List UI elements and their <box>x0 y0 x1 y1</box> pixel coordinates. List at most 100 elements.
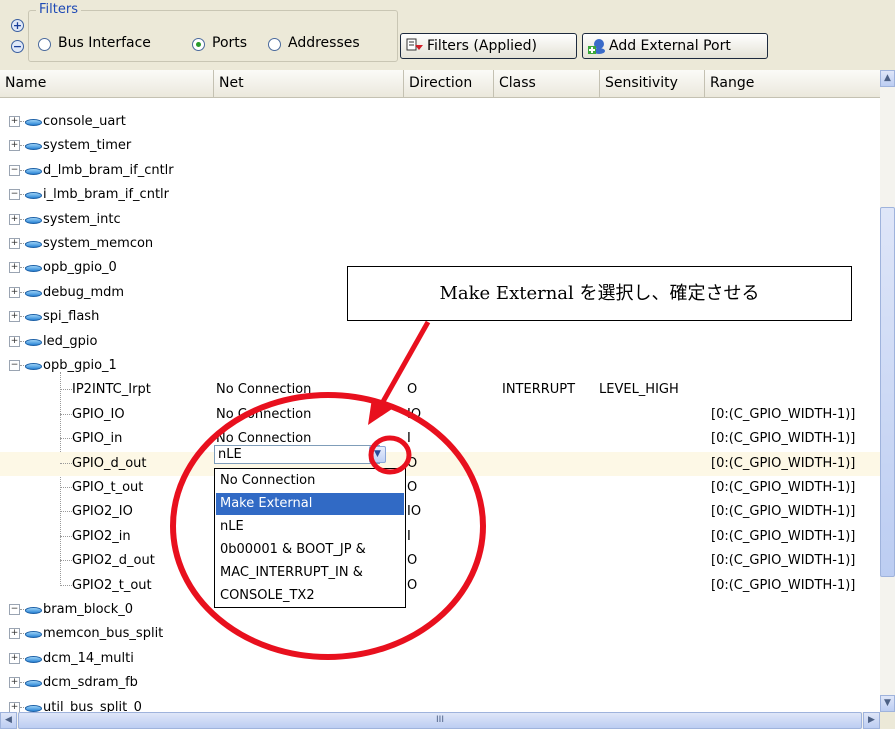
tree-row-port[interactable]: GPIO2_IO IO [0:(C_GPIO_WIDTH-1)] <box>0 500 880 524</box>
expand-icon[interactable]: + <box>9 335 20 347</box>
scroll-corner <box>880 712 895 729</box>
tree-row-instance[interactable]: − bram_block_0 <box>0 598 880 622</box>
expand-icon[interactable]: + <box>9 701 20 713</box>
tree-row-port[interactable]: IP2INTC_Irpt No Connection O INTERRUPT LEVEL… <box>0 378 880 402</box>
vertical-scroll-thumb[interactable] <box>880 207 895 577</box>
port-direction: I <box>407 431 411 447</box>
instance-name: opb_gpio_0 <box>43 260 117 276</box>
horizontal-scrollbar[interactable]: ◀ III ▶ <box>0 712 880 729</box>
radio-addresses[interactable] <box>268 38 281 51</box>
radio-bus-interface[interactable] <box>38 38 51 51</box>
tree-row-port[interactable]: GPIO_d_out O [0:(C_GPIO_WIDTH-1)] <box>0 451 880 476</box>
radio-bus-interface-label: Bus Interface <box>58 35 151 51</box>
expand-icon[interactable]: + <box>9 652 20 664</box>
collapse-icon[interactable]: − <box>9 189 20 201</box>
port-range: [0:(C_GPIO_WIDTH-1)] <box>711 431 856 447</box>
column-class[interactable]: Class <box>494 70 600 97</box>
tree-row-instance[interactable]: + dcm_14_multi <box>0 647 880 671</box>
column-name[interactable]: Name <box>0 70 214 97</box>
tree-row-instance[interactable]: + console_uart <box>0 110 880 134</box>
filters-applied-button[interactable]: Filters (Applied) <box>400 33 577 59</box>
expand-icon[interactable]: + <box>9 628 20 640</box>
port-range: [0:(C_GPIO_WIDTH-1)] <box>711 528 856 544</box>
collapse-icon[interactable]: − <box>9 164 20 176</box>
expand-icon[interactable]: + <box>9 116 20 127</box>
port-name: GPIO2_d_out <box>72 553 155 569</box>
collapse-icon[interactable]: − <box>9 604 20 615</box>
column-range[interactable]: Range <box>705 70 880 97</box>
column-direction[interactable]: Direction <box>404 70 494 97</box>
tree-row-port[interactable]: GPIO_t_out O [0:(C_GPIO_WIDTH-1)] <box>0 476 880 500</box>
tree-row-port[interactable]: GPIO2_d_out O [0:(C_GPIO_WIDTH-1)] <box>0 549 880 573</box>
instance-name: opb_gpio_1 <box>43 358 117 373</box>
expand-icon[interactable]: + <box>9 262 20 274</box>
tree-row-port[interactable]: GPIO2_t_out O [0:(C_GPIO_WIDTH-1)] <box>0 574 880 598</box>
dropdown-option[interactable]: No Connection <box>216 470 404 492</box>
scroll-up-button[interactable]: ▲ <box>880 70 895 87</box>
expand-icon[interactable]: + <box>9 311 20 323</box>
port-range: [0:(C_GPIO_WIDTH-1)] <box>711 577 856 593</box>
dropdown-option[interactable]: CONSOLE_TX2 <box>216 585 404 607</box>
tree-row-instance[interactable]: + led_gpio <box>0 330 880 354</box>
tree-row-port[interactable]: GPIO_in No Connection I [0:(C_GPIO_WIDTH-1)… <box>0 427 880 451</box>
tree-connector <box>60 584 72 586</box>
instance-name: i_lmb_bram_if_cntlr <box>43 187 169 203</box>
dropdown-option[interactable]: Make External <box>216 493 404 515</box>
expand-icon[interactable]: + <box>9 238 20 249</box>
dropdown-option[interactable]: MAC_INTERRUPT_IN & <box>216 562 404 584</box>
instance-name: dcm_sdram_fb <box>43 675 138 691</box>
expand-icon[interactable]: + <box>9 677 20 689</box>
net-dropdown-list[interactable]: No Connection Make External nLE 0b00001 & B… <box>214 468 406 608</box>
dropdown-option[interactable]: nLE <box>216 516 404 538</box>
tree-row-port[interactable]: GPIO_IO No Connection IO [0:(C_GPIO_WIDTH-1… <box>0 403 880 427</box>
ports-tree[interactable]: + console_uart + system_timer − d_lmb_bram_if… <box>0 98 880 715</box>
tree-row-instance[interactable]: + system_timer <box>0 134 880 158</box>
collapse-icon[interactable]: − <box>9 360 20 371</box>
net-combo-box[interactable]: nLE <box>214 445 380 464</box>
column-net[interactable]: Net <box>214 70 404 97</box>
scroll-left-button[interactable]: ◀ <box>0 712 17 729</box>
tree-row-instance[interactable]: + system_memcon <box>0 232 880 256</box>
horizontal-scroll-thumb[interactable]: III <box>18 712 862 729</box>
port-direction: IO <box>407 406 422 422</box>
tree-row-instance[interactable]: + system_intc <box>0 208 880 232</box>
tree-connector <box>60 462 72 464</box>
port-direction: O <box>407 577 418 593</box>
tree-row-instance[interactable]: − opb_gpio_1 <box>0 354 880 378</box>
instance-bullet-icon <box>25 631 42 639</box>
add-port-icon <box>588 39 605 54</box>
radio-ports[interactable] <box>192 38 205 51</box>
scroll-right-button[interactable]: ▶ <box>863 712 880 729</box>
instance-bullet-icon <box>25 704 42 712</box>
collapse-all-icon[interactable]: − <box>11 40 24 53</box>
add-external-port-button[interactable]: Add External Port <box>582 33 768 59</box>
port-name: IP2INTC_Irpt <box>72 382 151 398</box>
port-name: GPIO_in <box>72 431 123 447</box>
scroll-down-button[interactable]: ▼ <box>880 695 895 712</box>
add-external-port-label: Add External Port <box>609 38 731 54</box>
port-range: [0:(C_GPIO_WIDTH-1)] <box>711 455 856 471</box>
radio-ports-label: Ports <box>212 35 248 51</box>
tree-row-instance[interactable]: − i_lmb_bram_if_cntlr <box>0 183 880 207</box>
expand-icon[interactable]: + <box>9 140 20 152</box>
filter-bar: + − Filters Bus Interface Ports Addresse… <box>0 0 895 70</box>
combo-dropdown-button[interactable]: ▼ <box>369 446 386 463</box>
tree-row-instance[interactable]: − d_lmb_bram_if_cntlr <box>0 159 880 183</box>
tree-row-instance[interactable]: + dcm_sdram_fb <box>0 671 880 695</box>
expand-icon[interactable]: + <box>9 286 20 298</box>
instance-name: d_lmb_bram_if_cntlr <box>43 162 174 178</box>
expand-all-icon[interactable]: + <box>11 19 24 32</box>
dropdown-option[interactable]: 0b00001 & BOOT_JP & <box>216 539 404 561</box>
vertical-scrollbar[interactable]: ▲ ▼ <box>880 70 895 712</box>
tree-connector <box>60 438 72 440</box>
tree-row-instance[interactable]: + memcon_bus_split <box>0 622 880 646</box>
tree-row-port[interactable]: GPIO2_in I [0:(C_GPIO_WIDTH-1)] <box>0 525 880 549</box>
scroll-grip-label: III <box>436 715 444 725</box>
port-direction: I <box>407 528 411 544</box>
port-name: GPIO_t_out <box>72 480 144 495</box>
instance-name: console_uart <box>43 114 126 129</box>
column-sensitivity[interactable]: Sensitivity <box>600 70 705 97</box>
expand-icon[interactable]: + <box>9 213 20 225</box>
port-class: INTERRUPT <box>502 382 576 398</box>
instance-name: led_gpio <box>43 333 98 349</box>
